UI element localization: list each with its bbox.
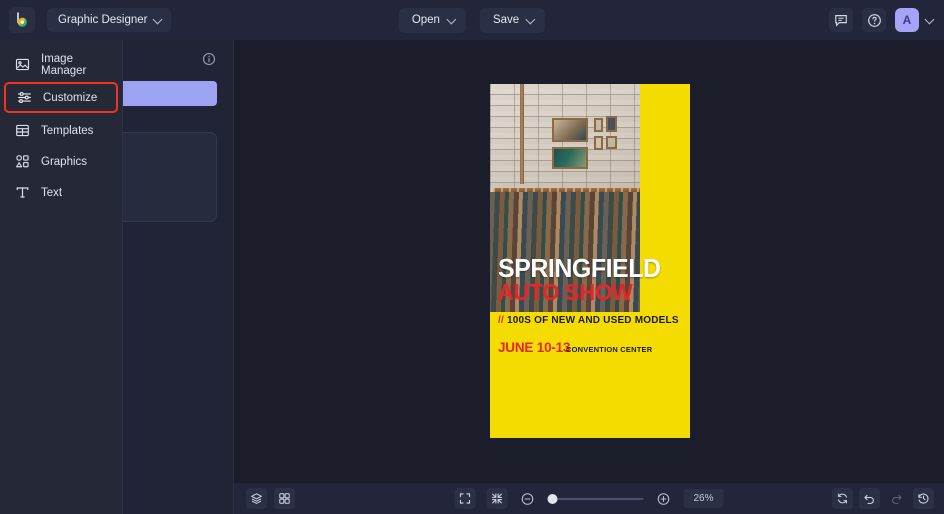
sidebar-item-image-manager[interactable]: Image Manager bbox=[4, 49, 118, 80]
sidebar-item-graphics[interactable]: Graphics bbox=[4, 146, 118, 177]
wall-frame bbox=[552, 118, 588, 142]
chevron-down-icon[interactable] bbox=[926, 16, 934, 24]
top-bar: Graphic Designer Open Save A bbox=[0, 0, 944, 40]
zoom-level-value[interactable]: 26% bbox=[683, 489, 724, 508]
poster-venue: CONVENTION CENTER bbox=[566, 345, 653, 354]
zoom-out-icon[interactable] bbox=[519, 490, 537, 508]
graphics-icon bbox=[15, 154, 30, 169]
chat-bubble-icon[interactable] bbox=[829, 8, 853, 32]
sidebar-item-text[interactable]: Text bbox=[4, 177, 118, 208]
open-button[interactable]: Open bbox=[398, 7, 466, 33]
templates-icon bbox=[15, 123, 30, 138]
sidebar-item-label: Customize bbox=[43, 91, 98, 104]
layers-icon[interactable] bbox=[246, 488, 267, 509]
info-icon[interactable] bbox=[202, 52, 216, 66]
sliders-icon bbox=[17, 90, 32, 105]
chevron-down-icon bbox=[448, 16, 456, 24]
graphic-designer-app: Graphic Designer Open Save A Image Manag… bbox=[0, 0, 944, 514]
poster-subtitle: AUTO SHOW bbox=[498, 279, 633, 305]
sidebar-item-label: Image Manager bbox=[41, 52, 87, 77]
wall-pipe bbox=[520, 84, 524, 184]
avatar-initial: A bbox=[902, 13, 912, 27]
zoom-in-icon[interactable] bbox=[655, 490, 673, 508]
avatar[interactable]: A bbox=[895, 8, 919, 32]
redo-icon[interactable] bbox=[886, 488, 907, 509]
zoom-slider[interactable] bbox=[547, 493, 644, 504]
poster-tagline-text: 100S OF NEW AND USED MODELS bbox=[506, 315, 679, 326]
sidebar-item-templates[interactable]: Templates bbox=[4, 115, 118, 146]
text-icon bbox=[15, 185, 30, 200]
poster-tagline: //100S OF NEW AND USED MODELS bbox=[498, 315, 679, 326]
open-button-label: Open bbox=[411, 14, 440, 26]
chevron-down-icon bbox=[527, 16, 535, 24]
sidebar-item-customize[interactable]: Customize bbox=[4, 82, 118, 113]
poster-date: JUNE 10-13 bbox=[498, 340, 571, 355]
poster-title: SPRINGFIELD bbox=[498, 253, 661, 283]
undo-icon[interactable] bbox=[859, 488, 880, 509]
top-bar-right-actions: A bbox=[829, 8, 934, 32]
wall-frame bbox=[606, 136, 617, 149]
top-bar-center-actions: Open Save bbox=[398, 7, 546, 33]
app-mode-label: Graphic Designer bbox=[58, 14, 148, 26]
sidebar-item-label: Graphics bbox=[41, 155, 88, 168]
sidebar-item-label: Text bbox=[41, 186, 63, 199]
wall-frame bbox=[594, 118, 603, 132]
help-circle-icon[interactable] bbox=[862, 8, 886, 32]
left-sidebar: Image Manager Customize Templates Graphi… bbox=[0, 40, 123, 514]
canvas-area[interactable]: SPRINGFIELD AUTO SHOW //100S OF NEW AND … bbox=[234, 40, 944, 483]
wall-frame bbox=[552, 147, 588, 169]
zoom-slider-handle[interactable] bbox=[547, 493, 558, 504]
history-icon[interactable] bbox=[913, 488, 934, 509]
zoom-controls: 26% bbox=[454, 488, 724, 509]
bottom-toolbar: 26% bbox=[234, 483, 944, 514]
fit-to-screen-icon[interactable] bbox=[454, 488, 476, 509]
befunky-logo[interactable] bbox=[9, 7, 35, 33]
grid-icon[interactable] bbox=[274, 488, 295, 509]
bottom-left-tools bbox=[246, 488, 295, 509]
collapse-arrows-icon[interactable] bbox=[486, 488, 508, 509]
save-button-label: Save bbox=[492, 14, 520, 26]
reset-icon[interactable] bbox=[832, 488, 853, 509]
chevron-down-icon bbox=[154, 16, 162, 24]
poster-design[interactable]: SPRINGFIELD AUTO SHOW //100S OF NEW AND … bbox=[490, 84, 690, 438]
wall-frame bbox=[606, 116, 617, 132]
wall-frame bbox=[594, 136, 603, 150]
save-button[interactable]: Save bbox=[479, 7, 546, 33]
poster-slashes: // bbox=[498, 315, 504, 326]
bottom-right-tools bbox=[832, 488, 934, 509]
sidebar-item-label: Templates bbox=[41, 124, 94, 137]
app-mode-dropdown[interactable]: Graphic Designer bbox=[47, 8, 172, 32]
image-manager-icon bbox=[15, 57, 30, 72]
